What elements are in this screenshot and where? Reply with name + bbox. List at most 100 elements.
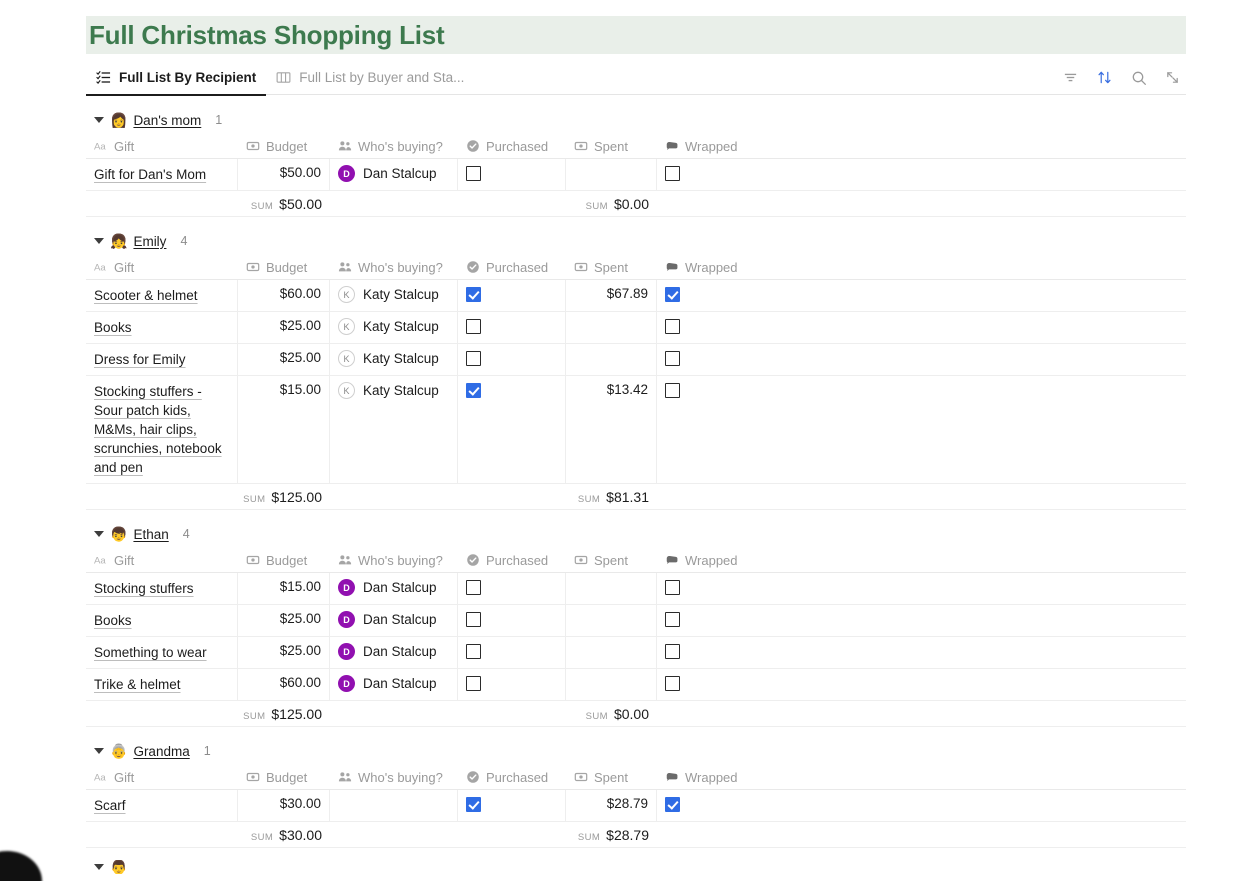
gift-name[interactable]: Books	[94, 318, 132, 337]
cell-whos-buying[interactable]: D Dan Stalcup	[330, 573, 458, 604]
cell-whos-buying[interactable]: D Dan Stalcup	[330, 159, 458, 190]
table-row[interactable]: Scarf $30.00 $28.79	[86, 790, 1186, 822]
cell-wrapped[interactable]	[657, 312, 1186, 343]
cell-spent[interactable]	[566, 669, 657, 700]
cell-gift[interactable]: Trike & helmet	[86, 669, 238, 700]
person-chip[interactable]: D Dan Stalcup	[338, 579, 437, 596]
cell-budget[interactable]: $30.00	[238, 790, 330, 821]
person-chip[interactable]: K Katy Stalcup	[338, 382, 439, 399]
cell-spent[interactable]: $13.42	[566, 376, 657, 483]
collapse-caret-icon[interactable]	[94, 236, 104, 246]
collapse-caret-icon[interactable]	[94, 746, 104, 756]
sum-budget[interactable]: SUM $125.00	[238, 489, 330, 505]
gift-name[interactable]: Gift for Dan's Mom	[94, 165, 206, 184]
cell-purchased[interactable]	[458, 376, 566, 483]
purchased-checkbox[interactable]	[466, 166, 481, 181]
column-header-budget[interactable]: Budget	[238, 255, 330, 279]
collapse-caret-icon[interactable]	[94, 529, 104, 539]
cell-gift[interactable]: Books	[86, 312, 238, 343]
filter-icon[interactable]	[1062, 69, 1079, 86]
sum-budget[interactable]: SUM $125.00	[238, 706, 330, 722]
person-chip[interactable]: D Dan Stalcup	[338, 611, 437, 628]
wrapped-checkbox[interactable]	[665, 166, 680, 181]
column-header-spent[interactable]: Spent	[566, 255, 657, 279]
cell-spent[interactable]	[566, 159, 657, 190]
cell-gift[interactable]: Stocking stuffers - Sour patch kids, M&M…	[86, 376, 238, 483]
column-header-wrapped[interactable]: Wrapped	[657, 134, 1186, 158]
table-row[interactable]: Dress for Emily $25.00 K Katy Stalcup	[86, 344, 1186, 376]
cell-wrapped[interactable]	[657, 637, 1186, 668]
column-header-gift[interactable]: Aa Gift	[86, 548, 238, 572]
cell-gift[interactable]: Stocking stuffers	[86, 573, 238, 604]
column-header-gift[interactable]: Aa Gift	[86, 255, 238, 279]
wrapped-checkbox[interactable]	[665, 287, 680, 302]
cell-whos-buying[interactable]: D Dan Stalcup	[330, 637, 458, 668]
sum-spent[interactable]: SUM $0.00	[566, 706, 657, 722]
column-header-gift[interactable]: Aa Gift	[86, 134, 238, 158]
group-name[interactable]: Dan's mom	[133, 113, 201, 128]
purchased-checkbox[interactable]	[466, 383, 481, 398]
gift-name[interactable]: Books	[94, 611, 132, 630]
cell-whos-buying[interactable]: K Katy Stalcup	[330, 280, 458, 311]
cell-wrapped[interactable]	[657, 573, 1186, 604]
purchased-checkbox[interactable]	[466, 797, 481, 812]
purchased-checkbox[interactable]	[466, 580, 481, 595]
column-header-budget[interactable]: Budget	[238, 765, 330, 789]
cell-gift[interactable]: Scooter & helmet	[86, 280, 238, 311]
cell-budget[interactable]: $60.00	[238, 280, 330, 311]
purchased-checkbox[interactable]	[466, 287, 481, 302]
cell-wrapped[interactable]	[657, 159, 1186, 190]
cell-spent[interactable]	[566, 605, 657, 636]
cell-purchased[interactable]	[458, 605, 566, 636]
cell-spent[interactable]	[566, 573, 657, 604]
sum-spent[interactable]: SUM $0.00	[566, 196, 657, 212]
gift-name[interactable]: Stocking stuffers - Sour patch kids, M&M…	[94, 382, 229, 477]
cell-purchased[interactable]	[458, 159, 566, 190]
expand-icon[interactable]	[1164, 69, 1181, 86]
gift-name[interactable]: Scarf	[94, 796, 126, 815]
cell-wrapped[interactable]	[657, 605, 1186, 636]
gift-name[interactable]: Something to wear	[94, 643, 207, 662]
wrapped-checkbox[interactable]	[665, 580, 680, 595]
cell-whos-buying[interactable]: D Dan Stalcup	[330, 605, 458, 636]
purchased-checkbox[interactable]	[466, 319, 481, 334]
sum-spent[interactable]: SUM $28.79	[566, 827, 657, 843]
cell-purchased[interactable]	[458, 312, 566, 343]
column-header-budget[interactable]: Budget	[238, 548, 330, 572]
column-header-spent[interactable]: Spent	[566, 765, 657, 789]
cell-gift[interactable]: Gift for Dan's Mom	[86, 159, 238, 190]
search-icon[interactable]	[1130, 69, 1147, 86]
column-header-who-s-buying[interactable]: Who's buying?	[330, 765, 458, 789]
wrapped-checkbox[interactable]	[665, 644, 680, 659]
gift-name[interactable]: Dress for Emily	[94, 350, 186, 369]
collapse-caret-icon[interactable]	[94, 115, 104, 125]
person-chip[interactable]: D Dan Stalcup	[338, 165, 437, 182]
cell-whos-buying[interactable]: K Katy Stalcup	[330, 344, 458, 375]
cell-purchased[interactable]	[458, 637, 566, 668]
cell-purchased[interactable]	[458, 669, 566, 700]
cell-spent[interactable]: $67.89	[566, 280, 657, 311]
person-chip[interactable]: K Katy Stalcup	[338, 286, 439, 303]
table-row[interactable]: Books $25.00 K Katy Stalcup	[86, 312, 1186, 344]
person-chip[interactable]: K Katy Stalcup	[338, 318, 439, 335]
sum-budget[interactable]: SUM $30.00	[238, 827, 330, 843]
column-header-gift[interactable]: Aa Gift	[86, 765, 238, 789]
cell-purchased[interactable]	[458, 573, 566, 604]
column-header-purchased[interactable]: Purchased	[458, 765, 566, 789]
column-header-who-s-buying[interactable]: Who's buying?	[330, 134, 458, 158]
table-row[interactable]: Stocking stuffers - Sour patch kids, M&M…	[86, 376, 1186, 484]
collapse-caret-icon[interactable]	[94, 862, 104, 872]
cell-budget[interactable]: $25.00	[238, 637, 330, 668]
column-header-wrapped[interactable]: Wrapped	[657, 548, 1186, 572]
purchased-checkbox[interactable]	[466, 644, 481, 659]
wrapped-checkbox[interactable]	[665, 612, 680, 627]
cell-gift[interactable]: Scarf	[86, 790, 238, 821]
purchased-checkbox[interactable]	[466, 351, 481, 366]
cell-budget[interactable]: $15.00	[238, 573, 330, 604]
cell-budget[interactable]: $60.00	[238, 669, 330, 700]
sum-spent[interactable]: SUM $81.31	[566, 489, 657, 505]
column-header-purchased[interactable]: Purchased	[458, 134, 566, 158]
person-chip[interactable]: D Dan Stalcup	[338, 643, 437, 660]
column-header-who-s-buying[interactable]: Who's buying?	[330, 255, 458, 279]
cell-gift[interactable]: Something to wear	[86, 637, 238, 668]
